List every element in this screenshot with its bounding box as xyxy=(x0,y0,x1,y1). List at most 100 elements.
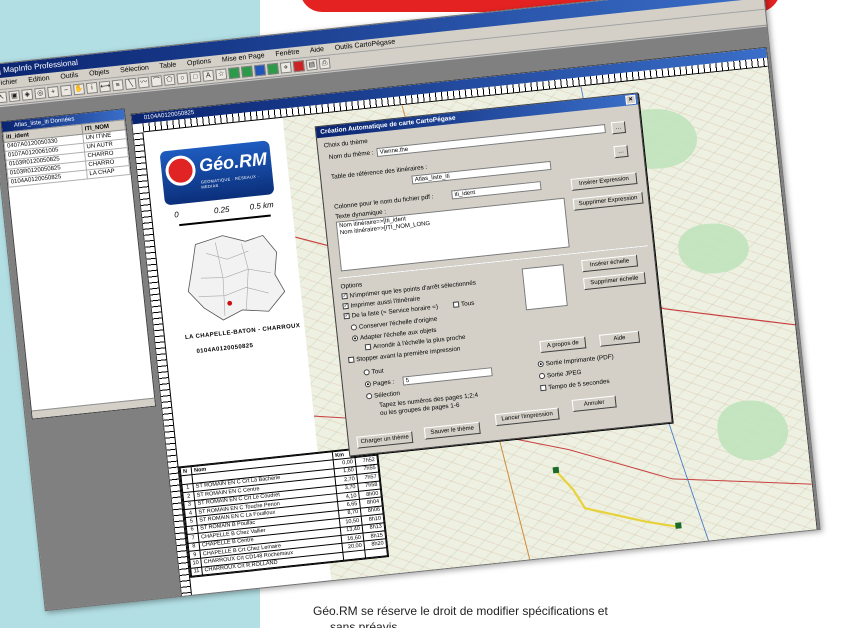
select-tool-icon[interactable]: ▣ xyxy=(8,90,21,103)
ruler-icon[interactable]: ⟷ xyxy=(98,80,111,93)
green-layer-icon[interactable] xyxy=(228,66,241,80)
polygon-select-icon[interactable]: ◈ xyxy=(21,88,34,101)
options-label: Options xyxy=(340,281,363,291)
radio-icon[interactable] xyxy=(350,324,358,332)
pdf-column-input[interactable]: iti_ident xyxy=(451,181,542,200)
node-tool-icon[interactable]: ⋄ xyxy=(279,61,292,74)
radio-selected-icon[interactable] xyxy=(537,361,545,368)
workspace: Atlas_liste_iti Données iti_ident ITI_NO… xyxy=(0,26,821,612)
out-jpeg[interactable]: Sortie JPEG xyxy=(538,368,582,380)
insert-expression-button[interactable]: Insérer Expression xyxy=(570,172,638,191)
checkbox-checked-icon[interactable]: ✓ xyxy=(341,293,348,300)
scale-mid: 0.25 xyxy=(213,204,230,216)
about-button[interactable]: A propos de xyxy=(539,336,587,354)
blue-object-icon[interactable] xyxy=(253,64,267,77)
checkbox-checked-icon[interactable]: ✓ xyxy=(343,313,351,320)
opt-all-label: Tous xyxy=(460,299,475,309)
radio-icon[interactable] xyxy=(363,369,370,376)
hand-pan-icon[interactable]: ✋ xyxy=(72,83,86,96)
cartopegase-dialog: Création Automatique de carte CartoPégas… xyxy=(314,92,673,457)
pages-selection[interactable]: Sélection xyxy=(365,389,401,401)
checkbox-icon[interactable] xyxy=(364,344,372,351)
launch-print-button[interactable]: Lancer l'impression xyxy=(494,407,560,427)
green-object-icon[interactable] xyxy=(241,65,254,78)
arc-tool-icon[interactable]: ⌒ xyxy=(150,75,163,88)
polygon-tool-icon[interactable]: ⬠ xyxy=(163,73,176,86)
rect-tool-icon[interactable]: □ xyxy=(189,71,202,84)
app-icon xyxy=(0,66,1,76)
insert-scale-button[interactable]: Insérer échelle xyxy=(581,254,639,273)
legend-icon[interactable]: ≡ xyxy=(111,79,124,92)
horizontal-scrollbar[interactable] xyxy=(31,397,155,419)
stop-km xyxy=(342,549,366,561)
menu-options[interactable]: Options xyxy=(187,58,212,67)
stop-number: 11 xyxy=(190,566,203,577)
print-icon[interactable]: ⎙ xyxy=(318,57,331,70)
department-overview-map xyxy=(187,234,286,321)
theme-name-label: Nom du thème : xyxy=(328,149,374,162)
theme-group-label: Choix du thème xyxy=(323,137,369,150)
ellipse-tool-icon[interactable]: ○ xyxy=(176,72,189,85)
line-tool-icon[interactable]: ╲ xyxy=(124,77,137,90)
checkbox-icon[interactable] xyxy=(452,301,460,309)
scale-max: 0.5 km xyxy=(249,200,275,212)
zoom-in-icon[interactable]: + xyxy=(47,86,60,99)
menu-objets[interactable]: Objets xyxy=(89,69,110,78)
scale-line xyxy=(179,214,271,227)
load-theme-button[interactable]: Charger un thème xyxy=(356,430,414,449)
symbol-tool-icon[interactable]: ☆ xyxy=(215,68,228,81)
scale-zero: 0 xyxy=(173,210,180,220)
radio-icon[interactable] xyxy=(538,373,546,380)
radio-icon[interactable] xyxy=(365,393,373,400)
logo-name: Géo.RM xyxy=(198,148,268,176)
text-tool-icon[interactable]: A xyxy=(202,69,215,82)
menu-selection[interactable]: Sélection xyxy=(120,64,149,74)
browse-theme-button[interactable]: … xyxy=(610,120,627,135)
info-icon[interactable]: i xyxy=(85,81,98,95)
checkbox-icon[interactable] xyxy=(348,356,355,364)
menu-fichier[interactable]: Fichier xyxy=(0,78,18,87)
radio-selected-icon[interactable] xyxy=(351,335,359,342)
red-stop-icon[interactable] xyxy=(292,60,305,73)
cancel-button[interactable]: Annuler xyxy=(571,395,617,412)
menu-outils[interactable]: Outils xyxy=(60,72,79,81)
close-icon[interactable]: × xyxy=(625,94,637,105)
help-button[interactable]: Aide xyxy=(599,330,641,347)
pages-range[interactable]: Pages : xyxy=(364,378,395,389)
radio-selected-icon[interactable] xyxy=(364,381,372,388)
browse-table-button[interactable]: … xyxy=(613,144,629,159)
page: MapInfo Professional Fichier Edition Out… xyxy=(0,0,857,628)
save-theme-button[interactable]: Sauver le thème xyxy=(423,421,481,440)
out-pdf[interactable]: Sortie Imprimante (PDF) xyxy=(537,353,614,368)
pages-selection-label: Sélection xyxy=(373,389,401,400)
theme-name-input[interactable]: Vienne.the xyxy=(376,124,606,158)
arrow-tool-icon[interactable]: ↖ xyxy=(0,91,8,104)
opt-all[interactable]: Tous xyxy=(452,299,475,309)
footer-text-line-1: Géo.RM se réserve le droit de modifier s… xyxy=(313,604,608,618)
map-options-icon[interactable]: ▤ xyxy=(305,58,318,71)
radius-select-icon[interactable]: ◎ xyxy=(34,87,47,100)
zoom-out-icon[interactable]: − xyxy=(60,84,73,97)
logo-emblem xyxy=(164,154,198,188)
out-pdf-label: Sortie Imprimante (PDF) xyxy=(545,353,615,368)
pages-label: Pages : xyxy=(372,378,395,388)
dynamic-text-area[interactable]: Nom itinéraire=>[Iti_ident Nom itinérair… xyxy=(335,197,570,272)
out-delay-label: Tempo de 5 secondes xyxy=(547,377,610,392)
checkbox-checked-icon[interactable]: ✓ xyxy=(342,303,349,310)
polyline-tool-icon[interactable]: 〰 xyxy=(137,76,150,89)
route-code: 0104A0120050825 xyxy=(196,343,254,355)
menu-fenetre[interactable]: Fenêtre xyxy=(275,49,300,58)
pages-all[interactable]: Tout xyxy=(363,368,384,377)
out-jpeg-label: Sortie JPEG xyxy=(546,368,582,380)
pages-input[interactable]: 5 xyxy=(402,367,493,386)
green-region-icon[interactable] xyxy=(266,62,279,75)
delete-scale-button[interactable]: Supprimer échelle xyxy=(583,271,646,291)
footer-text-line-2: sans préavis. xyxy=(330,620,401,628)
menu-aide[interactable]: Aide xyxy=(310,46,325,54)
out-delay[interactable]: Tempo de 5 secondes xyxy=(540,378,610,392)
ref-table-input[interactable]: Atlas_liste_iti xyxy=(411,160,552,185)
menu-edition[interactable]: Edition xyxy=(28,75,50,84)
checkbox-icon[interactable] xyxy=(540,384,547,392)
menu-table[interactable]: Table xyxy=(159,62,176,71)
delete-expression-button[interactable]: Supprimer Expression xyxy=(572,191,644,211)
